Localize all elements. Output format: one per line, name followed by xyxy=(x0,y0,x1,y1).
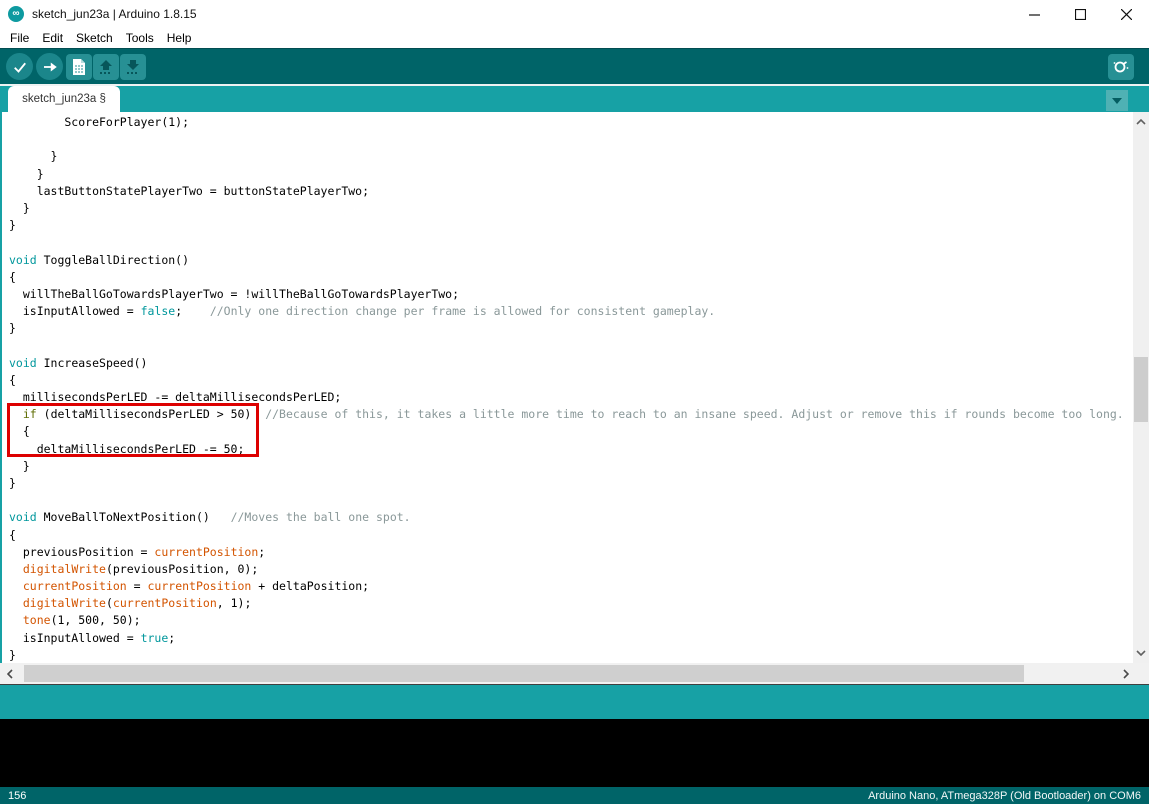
code-line: { xyxy=(9,269,1132,286)
code-editor[interactable]: ScoreForPlayer(1); } } lastButtonStatePl… xyxy=(0,112,1149,663)
code-line: } xyxy=(9,217,1132,234)
code-line xyxy=(9,234,1132,251)
menu-item-sketch[interactable]: Sketch xyxy=(74,30,115,46)
window-controls xyxy=(1011,0,1149,28)
scroll-right-arrow[interactable] xyxy=(1117,663,1135,684)
toolbar xyxy=(0,48,1149,84)
document-icon xyxy=(71,58,87,76)
statusbar: 156 Arduino Nano, ATmega328P (Old Bootlo… xyxy=(0,787,1149,804)
chevron-down-icon xyxy=(1136,650,1146,656)
horizontal-scroll-thumb[interactable] xyxy=(24,665,1024,682)
code-line: void ToggleBallDirection() xyxy=(9,252,1132,269)
minimize-button[interactable] xyxy=(1011,0,1057,28)
code-line: { xyxy=(9,372,1132,389)
code-line: digitalWrite(currentPosition, 1); xyxy=(9,595,1132,612)
scroll-down-arrow[interactable] xyxy=(1133,645,1149,661)
check-icon xyxy=(11,58,29,76)
scroll-left-arrow[interactable] xyxy=(1,663,19,684)
code-line: currentPosition = currentPosition + delt… xyxy=(9,578,1132,595)
code-line: } xyxy=(9,475,1132,492)
line-number-indicator: 156 xyxy=(8,790,26,802)
upload-button[interactable] xyxy=(36,53,63,80)
arrow-down-tray-icon xyxy=(124,58,142,76)
code-line: } xyxy=(9,647,1132,663)
code-area[interactable]: ScoreForPlayer(1); } } lastButtonStatePl… xyxy=(9,114,1132,663)
maximize-icon xyxy=(1075,9,1086,20)
code-line: willTheBallGoTowardsPlayerTwo = !willThe… xyxy=(9,286,1132,303)
code-line xyxy=(9,492,1132,509)
vertical-scroll-thumb[interactable] xyxy=(1134,357,1148,422)
board-port-indicator: Arduino Nano, ATmega328P (Old Bootloader… xyxy=(868,790,1141,802)
close-button[interactable] xyxy=(1103,0,1149,28)
menu-item-edit[interactable]: Edit xyxy=(40,30,65,46)
open-button[interactable] xyxy=(93,54,119,80)
chevron-up-icon xyxy=(1136,119,1146,125)
code-line: isInputAllowed = true; xyxy=(9,630,1132,647)
magnifier-icon xyxy=(1112,58,1130,76)
maximize-button[interactable] xyxy=(1057,0,1103,28)
arrow-up-tray-icon xyxy=(97,58,115,76)
tab-menu-button[interactable] xyxy=(1106,90,1128,111)
menu-item-file[interactable]: File xyxy=(8,30,31,46)
code-line: previousPosition = currentPosition; xyxy=(9,544,1132,561)
message-strip xyxy=(0,684,1149,719)
arduino-ide-window: ∞ sketch_jun23a | Arduino 1.8.15 File Edi… xyxy=(0,0,1149,804)
verify-button[interactable] xyxy=(6,53,33,80)
code-line: isInputAllowed = false; //Only one direc… xyxy=(9,303,1132,320)
code-line xyxy=(9,131,1132,148)
arrow-right-icon xyxy=(41,58,59,76)
scroll-up-arrow[interactable] xyxy=(1133,114,1149,130)
code-line: digitalWrite(previousPosition, 0); xyxy=(9,561,1132,578)
code-line: void MoveBallToNextPosition() //Moves th… xyxy=(9,509,1132,526)
code-line: lastButtonStatePlayerTwo = buttonStatePl… xyxy=(9,183,1132,200)
serial-monitor-button[interactable] xyxy=(1108,54,1134,80)
chevron-right-icon xyxy=(1123,669,1129,679)
code-line: tone(1, 500, 50); xyxy=(9,612,1132,629)
tab-sketch-jun23a[interactable]: sketch_jun23a § xyxy=(8,86,120,112)
vertical-scrollbar[interactable] xyxy=(1133,112,1149,663)
code-line: void IncreaseSpeed() xyxy=(9,355,1132,372)
chevron-down-icon xyxy=(1112,98,1122,104)
console-output xyxy=(0,719,1149,787)
horizontal-scrollbar[interactable] xyxy=(0,663,1149,684)
minimize-icon xyxy=(1029,9,1040,20)
code-line: { xyxy=(9,527,1132,544)
menubar: File Edit Sketch Tools Help xyxy=(0,28,1149,48)
titlebar: ∞ sketch_jun23a | Arduino 1.8.15 xyxy=(0,0,1149,28)
code-line: } xyxy=(9,320,1132,337)
code-line: } xyxy=(9,200,1132,217)
close-icon xyxy=(1121,9,1132,20)
code-line: } xyxy=(9,148,1132,165)
code-line: } xyxy=(9,166,1132,183)
code-line: ScoreForPlayer(1); xyxy=(9,114,1132,131)
menu-item-tools[interactable]: Tools xyxy=(124,30,156,46)
window-title: sketch_jun23a | Arduino 1.8.15 xyxy=(32,7,197,21)
code-line xyxy=(9,337,1132,354)
tabbar: sketch_jun23a § xyxy=(0,84,1149,112)
menu-item-help[interactable]: Help xyxy=(165,30,194,46)
chevron-left-icon xyxy=(7,669,13,679)
red-highlight-annotation xyxy=(7,403,259,457)
arduino-logo-icon: ∞ xyxy=(8,6,24,22)
save-button[interactable] xyxy=(120,54,146,80)
code-line: } xyxy=(9,458,1132,475)
new-sketch-button[interactable] xyxy=(66,54,92,80)
